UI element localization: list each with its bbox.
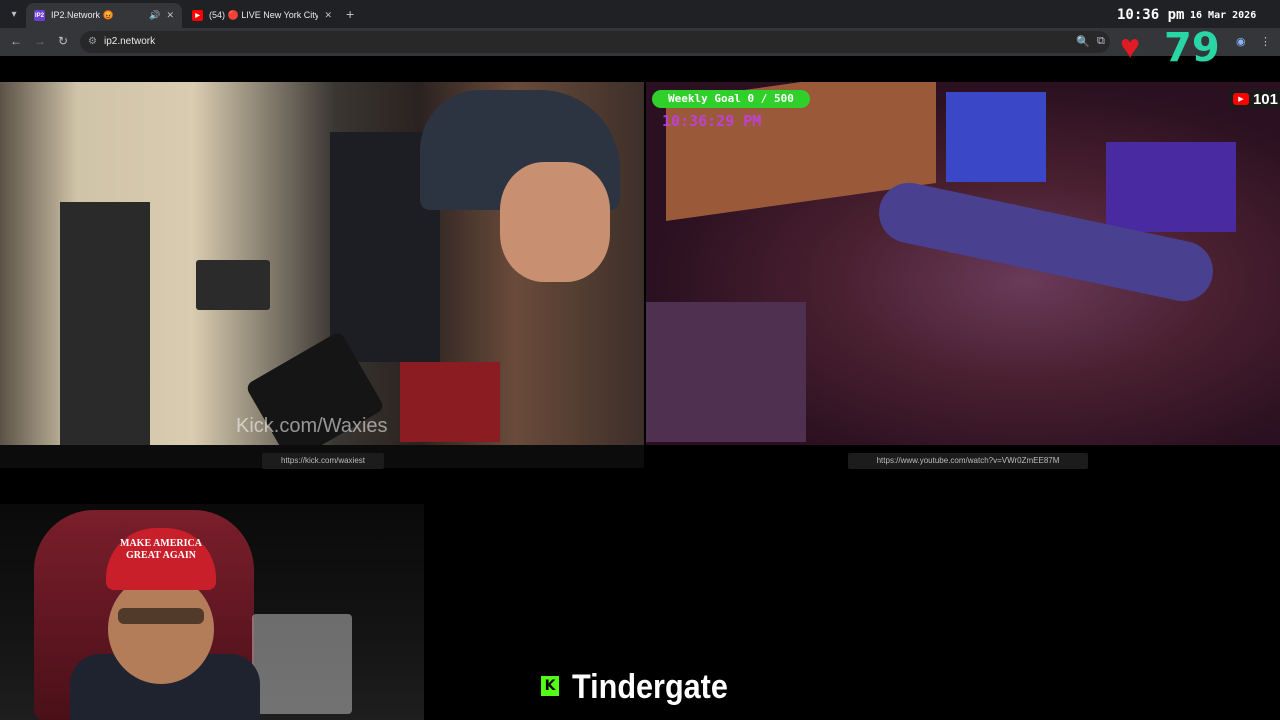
address-url: ip2.network xyxy=(104,36,156,47)
tab-title: (54) 🔴 LIVE New York City 🗽 xyxy=(209,10,319,20)
blue-bin xyxy=(946,92,1046,182)
address-bar[interactable]: ⚙ ip2.network xyxy=(80,31,1110,53)
forward-arrow-icon[interactable]: → xyxy=(34,34,46,48)
microwave xyxy=(196,260,270,310)
youtube-icon: ▶ xyxy=(1232,93,1249,105)
menu-dots-icon[interactable]: ⋮ xyxy=(1260,35,1271,48)
site-info-icon[interactable]: ⚙ xyxy=(88,36,97,47)
right-stream-url[interactable]: https://www.youtube.com/watch?v=VWr0ZmEE… xyxy=(848,453,1088,469)
youtube-viewer-badge: ▶ 101 xyxy=(1228,90,1280,108)
new-tab-icon[interactable]: + xyxy=(346,6,354,22)
streamer-head xyxy=(108,574,214,684)
kick-watermark: Kick.com/Waxies xyxy=(236,415,388,437)
cast-icon[interactable]: ⧉ xyxy=(1097,35,1105,48)
left-stream-video[interactable]: Kick.com/Waxies xyxy=(0,82,644,445)
red-couch xyxy=(400,362,500,442)
kick-logo-icon: K xyxy=(541,676,559,696)
overlay-date: 16 Mar 2026 xyxy=(1190,10,1257,21)
heart-icon: ♥ xyxy=(1120,28,1141,66)
hat-text: MAKE AMERICA GREAT AGAIN xyxy=(120,538,202,561)
tab-ip2-network[interactable]: IP2 IP2.Network 😡 🔊 ✕ xyxy=(26,3,182,28)
tab-live-nyc[interactable]: ▶ (54) 🔴 LIVE New York City 🗽 ✕ xyxy=(184,3,340,28)
speaker-icon[interactable]: 🔊 xyxy=(149,10,160,21)
viewer-count: 101 xyxy=(1252,90,1278,108)
right-stream-video[interactable]: Weekly Goal 0 / 500 10:36:29 PM ▶ 101 xyxy=(646,82,1280,445)
tab-search-button[interactable]: ▾ xyxy=(4,4,24,24)
person-left-figure xyxy=(60,202,150,445)
sunglasses xyxy=(118,608,204,624)
stream-clock: 10:36:29 PM xyxy=(662,112,762,130)
browser-toolbar: ← → ↻ ⚙ ip2.network 🔍 ⧉ ◉ ⋮ xyxy=(0,28,1280,56)
left-stream-url[interactable]: https://kick.com/waxiest xyxy=(262,453,384,469)
heart-rate-value: 79 xyxy=(1164,25,1220,71)
zoom-icon[interactable]: 🔍 xyxy=(1076,35,1090,48)
webcam-overlay: MAKE AMERICA GREAT AGAIN xyxy=(0,504,424,720)
back-arrow-icon[interactable]: ← xyxy=(10,34,22,48)
ticker-text: Tindergate xyxy=(572,668,728,706)
tab-title: IP2.Network 😡 xyxy=(51,10,114,20)
purple-bin xyxy=(1106,142,1236,232)
close-tab-icon[interactable]: ✕ xyxy=(166,10,174,21)
weekly-goal-badge: Weekly Goal 0 / 500 xyxy=(652,90,810,108)
profile-avatar-icon[interactable]: ◉ xyxy=(1236,35,1246,48)
close-tab-icon[interactable]: ✕ xyxy=(324,10,332,21)
face-figure xyxy=(500,162,610,282)
overlay-time: 10:36 pm xyxy=(1117,7,1185,23)
youtube-favicon-icon: ▶ xyxy=(192,10,203,21)
background-object xyxy=(252,614,352,714)
reload-icon[interactable]: ↻ xyxy=(58,34,68,48)
tab-strip: ▾ IP2 IP2.Network 😡 🔊 ✕ ▶ (54) 🔴 LIVE Ne… xyxy=(0,0,1280,28)
clutter-pile xyxy=(646,302,806,442)
ip2-favicon-icon: IP2 xyxy=(34,10,45,21)
